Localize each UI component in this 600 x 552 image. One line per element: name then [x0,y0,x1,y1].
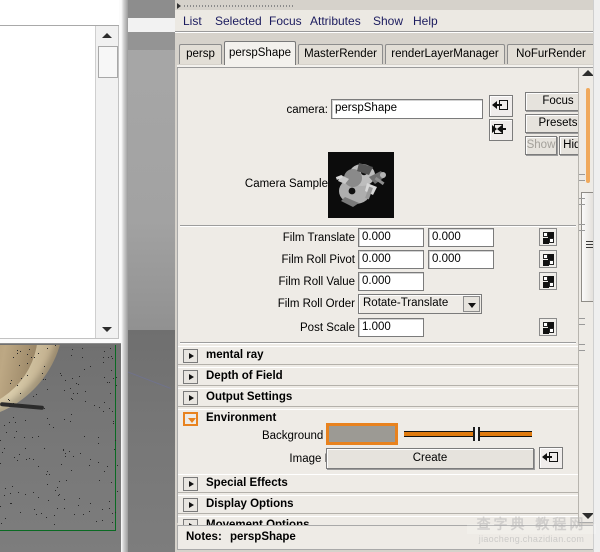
post-scale-spinner-icon[interactable] [539,318,557,336]
section-title: Display Options [206,498,294,510]
expand-collapse-box[interactable] [183,412,198,426]
panel-grip-dots-icon [184,5,294,7]
maya-camera-icon [328,152,394,218]
camera-field-label: camera: [286,104,328,116]
section-header-depth-of-field[interactable]: Depth of Field [178,367,578,386]
menu-item-focus[interactable]: Focus [265,13,306,29]
film-roll-order-value: Rotate-Translate [363,297,449,309]
watermark-url-text: jiaocheng.chazidian.com [478,534,585,544]
outer-window-scrollbar[interactable] [593,0,600,552]
viewport-floating-window[interactable] [0,0,124,344]
arrow-into-box-icon[interactable] [539,447,563,469]
post-scale-label: Post Scale [300,322,355,334]
film-translate-spinner-icon[interactable] [539,228,557,246]
tab-persp[interactable]: persp [179,44,222,64]
menu-item-selected[interactable]: Selected [211,13,266,29]
film-translate-x-input[interactable]: 0.000 [358,228,424,247]
camera-sample-label: Camera Sample [244,178,328,190]
viewport-right-edge [121,0,128,552]
section-header-mental-ray[interactable]: mental ray [178,346,578,365]
menu-bar: List Selected Focus Attributes Show Help [175,10,600,32]
film-roll-pivot-spinner-icon[interactable] [539,250,557,268]
scroll-up-arrow-icon[interactable] [96,26,118,44]
slider-thumb[interactable] [472,427,480,441]
show-button[interactable]: Show [525,136,557,155]
notes-value: perspShape [230,531,296,543]
post-scale-input[interactable]: 1.000 [358,318,424,337]
film-roll-value-input[interactable]: 0.000 [358,272,424,291]
section-title: mental ray [206,349,264,361]
film-roll-pivot-y-input[interactable]: 0.000 [428,250,494,269]
maya-3d-viewport[interactable] [0,0,175,552]
panel-collapse-arrow-icon[interactable] [177,3,181,9]
scrollbar-thumb[interactable] [98,46,118,78]
expand-collapse-box[interactable] [183,477,198,491]
watermark-cn-text: 查字典 教程网 [476,517,587,533]
menu-item-attributes[interactable]: Attributes [306,13,365,29]
scroll-down-arrow-icon[interactable] [96,320,118,338]
arrow-into-box-icon[interactable] [489,95,513,117]
film-roll-value-label: Film Roll Value [278,276,355,288]
menu-item-help[interactable]: Help [409,13,442,29]
background-color-slider[interactable] [404,427,532,441]
film-roll-order-dropdown[interactable]: Rotate-Translate [358,294,482,314]
section-title: Environment [206,412,277,424]
tab-nofurrender[interactable]: NoFurRender [507,44,595,64]
film-translate-label: Film Translate [282,232,355,244]
film-roll-value-spinner-icon[interactable] [539,272,557,290]
tab-strip: persp perspShape MasterRender renderLaye… [177,41,598,66]
expand-collapse-box[interactable] [183,349,198,363]
scrollbar-accent-track [586,88,590,183]
menu-separator [175,31,600,33]
film-roll-order-label: Film Roll Order [277,298,355,310]
film-roll-pivot-x-input[interactable]: 0.000 [358,250,424,269]
chevron-down-icon[interactable] [463,296,480,312]
camera-name-input[interactable]: perspShape [331,99,483,119]
attribute-editor-body: camera: perspShape Focus Presets Show Hi… [177,68,599,535]
film-translate-y-input[interactable]: 0.000 [428,228,494,247]
film-roll-pivot-label: Film Roll Pivot [281,254,355,266]
menu-item-list[interactable]: List [179,13,206,29]
tab-perspshape[interactable]: perspShape [224,41,296,65]
section-header-special-effects[interactable]: Special Effects [178,474,578,493]
section-divider-top [180,225,576,227]
floating-window-header [0,0,119,26]
section-divider-bottom [180,342,576,344]
section-title: Depth of Field [206,370,283,382]
attribute-editor-panel: List Selected Focus Attributes Show Help… [175,0,600,552]
tab-masterrender[interactable]: MasterRender [298,44,383,64]
expand-collapse-box[interactable] [183,391,198,405]
floating-window-scrollbar[interactable] [95,26,118,338]
section-title: Output Settings [206,391,293,403]
tab-renderlayermanager[interactable]: renderLayerManager [385,44,505,64]
create-image-plane-button[interactable]: Create [326,448,534,469]
expand-collapse-box[interactable] [183,370,198,384]
section-header-output-settings[interactable]: Output Settings [178,388,578,407]
background-color-swatch[interactable] [326,423,398,445]
menu-item-show[interactable]: Show [369,13,407,29]
section-title: Special Effects [206,477,288,489]
expand-collapse-box[interactable] [183,498,198,512]
watermark: 查字典 教程网 jiaocheng.chazidian.com [463,512,600,552]
notes-label: Notes: [186,531,222,543]
arrow-out-of-box-icon[interactable] [489,119,513,141]
